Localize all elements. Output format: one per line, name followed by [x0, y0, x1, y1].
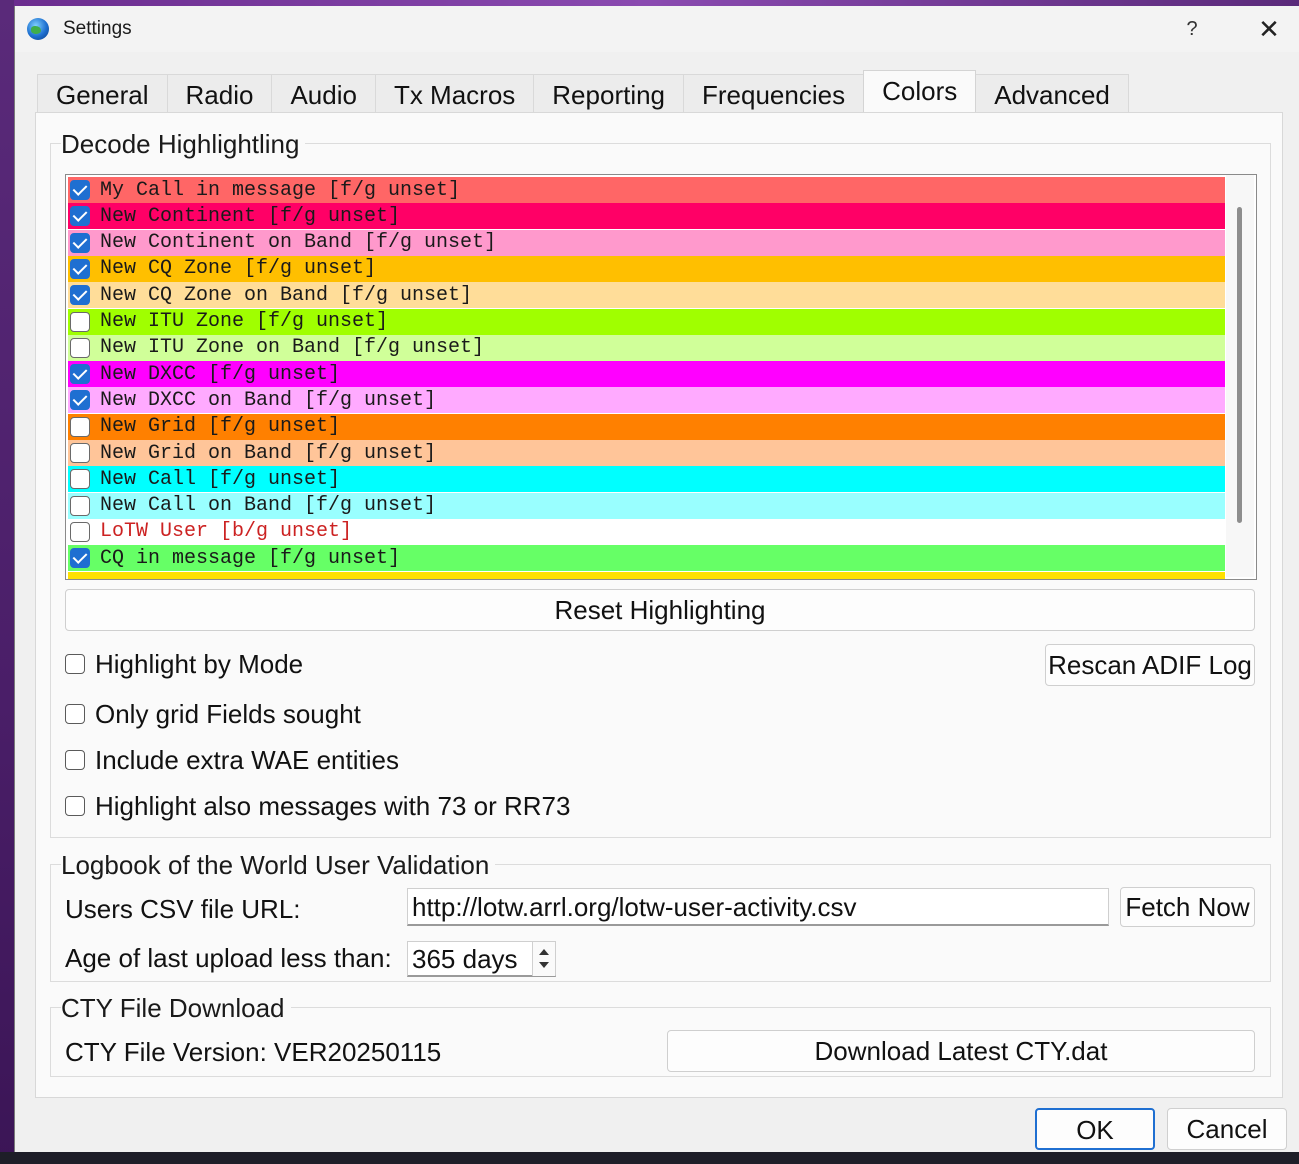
highlight-row[interactable]: New Grid [f/g unset]	[68, 413, 1225, 440]
checked-checkbox-icon[interactable]	[70, 206, 90, 227]
help-button[interactable]: ?	[1175, 14, 1209, 44]
highlight-row[interactable]: New DXCC on Band [f/g unset]	[68, 387, 1225, 414]
checkbox[interactable]	[65, 654, 85, 674]
tab-frequencies[interactable]: Frequencies	[683, 74, 865, 112]
highlight-row[interactable]: New DXCC [f/g unset]	[68, 361, 1225, 388]
highlight-row-label: New CQ Zone on Band [f/g unset]	[100, 283, 473, 307]
highlight-row-label: New ITU Zone [f/g unset]	[100, 310, 389, 333]
lotw-title: Logbook of the World User Validation	[61, 850, 496, 881]
highlight-row-label: New Grid [f/g unset]	[100, 415, 341, 439]
list-scrollbar[interactable]	[1226, 175, 1254, 577]
globe-app-icon	[27, 18, 49, 40]
option-include-wae[interactable]: Include extra WAE entities	[65, 744, 399, 776]
list-scrollbar-thumb[interactable]	[1237, 207, 1242, 523]
age-value: 365 days	[412, 944, 518, 974]
desktop-background-left	[0, 0, 14, 1164]
age-label: Age of last upload less than:	[65, 943, 392, 973]
window-title: Settings	[63, 18, 132, 39]
highlight-row-label: New DXCC on Band [f/g unset]	[100, 388, 437, 412]
highlight-row[interactable]: New Grid on Band [f/g unset]	[68, 440, 1225, 466]
tab-colors[interactable]: Colors	[863, 70, 977, 112]
highlight-row-label: New ITU Zone on Band [f/g unset]	[100, 336, 485, 360]
highlight-row-label: New Grid on Band [f/g unset]	[100, 441, 437, 465]
highlight-list[interactable]: My Call in message [f/g unset] New Contin…	[65, 174, 1257, 580]
highlight-row[interactable]: New ITU Zone [f/g unset]	[68, 308, 1225, 335]
age-spinbox[interactable]: 365 days	[407, 941, 556, 977]
tab-advanced[interactable]: Advanced	[975, 74, 1129, 112]
fetch-now-button[interactable]: Fetch Now	[1120, 887, 1255, 927]
highlight-row[interactable]: New Continent [f/g unset]	[68, 203, 1225, 230]
option-label: Highlight also messages with 73 or RR73	[95, 790, 571, 821]
highlight-row[interactable]: CQ in message [f/g unset]	[68, 545, 1225, 572]
users-csv-url-label: Users CSV file URL:	[65, 894, 301, 924]
reset-highlighting-button[interactable]: Reset Highlighting	[65, 589, 1255, 631]
highlight-row-label: My Call in message [f/g unset]	[100, 178, 461, 202]
highlight-row-label: CQ in message [f/g unset]	[100, 546, 401, 570]
users-csv-url-input[interactable]: http://lotw.arrl.org/lotw-user-activity.…	[407, 888, 1109, 926]
download-cty-button[interactable]: Download Latest CTY.dat	[667, 1030, 1255, 1072]
highlight-row-label: New DXCC [f/g unset]	[100, 362, 341, 386]
spin-up-icon[interactable]	[539, 949, 549, 955]
highlight-row[interactable]: New CQ Zone [f/g unset]	[68, 255, 1225, 282]
tab-general[interactable]: General	[37, 74, 168, 112]
settings-dialog: Settings ? ✕ General Radio Audio Tx Macros R…	[14, 6, 1299, 1152]
unchecked-checkbox-icon[interactable]	[70, 469, 90, 490]
checked-checkbox-icon[interactable]	[70, 390, 90, 411]
highlight-row[interactable]: New Call on Band [f/g unset]	[68, 492, 1225, 519]
tab-audio[interactable]: Audio	[271, 74, 376, 112]
unchecked-checkbox-icon[interactable]	[70, 337, 90, 358]
checked-checkbox-icon[interactable]	[70, 285, 90, 306]
checked-checkbox-icon[interactable]	[70, 364, 90, 385]
highlight-row[interactable]: New Continent on Band [f/g unset]	[68, 229, 1225, 256]
close-button[interactable]: ✕	[1249, 14, 1289, 44]
option-only-grid-fields[interactable]: Only grid Fields sought	[65, 698, 361, 730]
checkbox[interactable]	[65, 750, 85, 770]
highlight-row-label: New Continent [f/g unset]	[100, 204, 401, 228]
tab-bar: General Radio Audio Tx Macros Reporting Frequ…	[37, 70, 1129, 112]
highlight-row[interactable]: LoTW User [b/g unset]	[68, 518, 1225, 545]
tab-reporting[interactable]: Reporting	[533, 74, 685, 112]
checked-checkbox-icon[interactable]	[70, 180, 90, 200]
unchecked-checkbox-icon[interactable]	[70, 521, 90, 542]
rescan-adif-log-button[interactable]: Rescan ADIF Log	[1045, 644, 1255, 686]
highlight-row[interactable]: New ITU Zone on Band [f/g unset]	[68, 334, 1225, 361]
cancel-button[interactable]: Cancel	[1167, 1108, 1287, 1150]
checked-checkbox-icon[interactable]	[70, 548, 90, 569]
option-highlight-by-mode[interactable]: Highlight by Mode	[65, 648, 303, 680]
cty-title: CTY File Download	[61, 993, 291, 1024]
option-label: Only grid Fields sought	[95, 698, 361, 729]
unchecked-checkbox-icon[interactable]	[70, 495, 90, 516]
spin-arrows[interactable]	[532, 942, 555, 976]
ok-button[interactable]: OK	[1035, 1108, 1155, 1150]
highlight-row[interactable]: New CQ Zone on Band [f/g unset]	[68, 282, 1225, 309]
highlight-row[interactable]: My Call in message [f/g unset]	[68, 177, 1225, 203]
decode-highlighting-title: Decode Highlightling	[61, 129, 306, 160]
cty-version-label: CTY File Version: VER20250115	[65, 1037, 442, 1067]
highlight-row-label: New Call [f/g unset]	[100, 467, 341, 491]
option-highlight-73[interactable]: Highlight also messages with 73 or RR73	[65, 790, 570, 822]
unchecked-checkbox-icon[interactable]	[70, 416, 90, 437]
highlight-row-label: New Call on Band [f/g unset]	[100, 494, 437, 518]
highlight-row-label: New Continent on Band [f/g unset]	[100, 231, 497, 255]
tab-radio[interactable]: Radio	[166, 74, 273, 112]
checked-checkbox-icon[interactable]	[70, 258, 90, 279]
tab-tx-macros[interactable]: Tx Macros	[374, 74, 535, 112]
highlight-row[interactable]: New Call [f/g unset]	[68, 466, 1225, 493]
spin-down-icon[interactable]	[539, 962, 549, 968]
title-bar: Settings ? ✕	[15, 6, 1299, 52]
option-label: Include extra WAE entities	[95, 744, 399, 775]
highlight-row-label: LoTW User [b/g unset]	[100, 520, 353, 544]
highlight-row-label: New CQ Zone [f/g unset]	[100, 257, 377, 281]
checked-checkbox-icon[interactable]	[70, 232, 90, 253]
unchecked-checkbox-icon[interactable]	[70, 311, 90, 332]
taskbar-strip	[0, 1152, 1299, 1164]
checkbox[interactable]	[65, 704, 85, 724]
unchecked-checkbox-icon[interactable]	[70, 443, 90, 463]
option-label: Highlight by Mode	[95, 648, 304, 679]
checkbox[interactable]	[65, 796, 85, 816]
highlight-row-partial[interactable]	[68, 571, 1225, 579]
